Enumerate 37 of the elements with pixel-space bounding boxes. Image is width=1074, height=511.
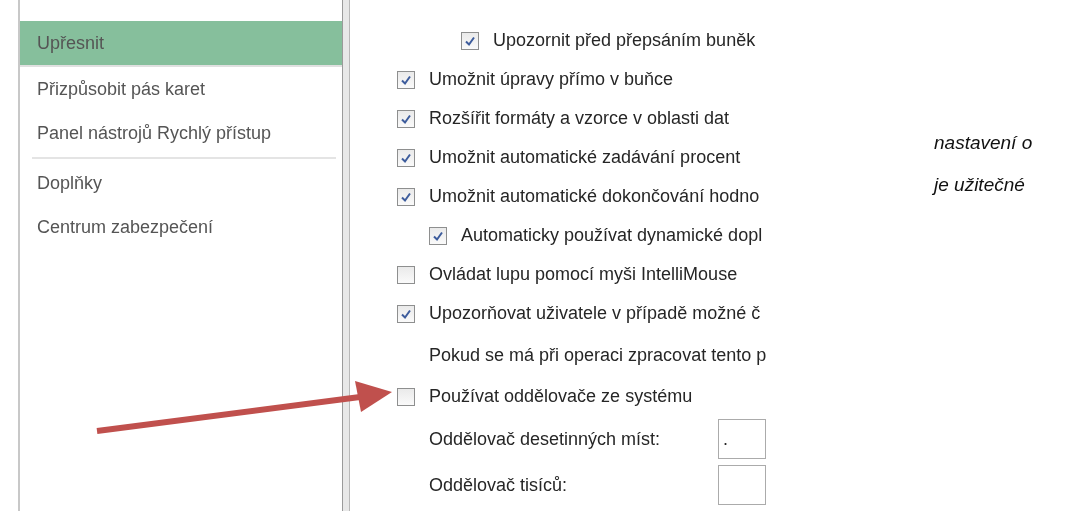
option-label: Používat oddělovače ze systému [429,386,693,407]
input-field[interactable]: . [718,419,766,459]
sidebar-item[interactable]: Doplňky [20,161,342,205]
sidebar-item[interactable]: Upřesnit [20,21,342,65]
option-label: Upozorňovat uživatele v případě možné č [429,303,761,324]
check-icon [400,112,412,125]
check-icon [400,190,412,203]
option-label: Umožnit automatické dokončování hodno [429,186,760,207]
option-label: Ovládat lupu pomocí myši IntelliMouse [429,264,738,285]
checkbox[interactable] [429,226,447,245]
input-field[interactable] [718,465,766,505]
check-icon [400,151,412,164]
option-label: Umožnit úpravy přímo v buňce [429,69,674,90]
checkbox[interactable] [397,148,415,167]
checkbox[interactable] [397,70,415,89]
sidebar-item[interactable]: Panel nástrojů Rychlý přístup [20,111,342,155]
field-label: Oddělovač desetinných míst: [429,428,662,450]
option-label: Upozornit před přepsáním buněk [493,30,756,51]
checkbox[interactable] [397,304,415,323]
sidebar-item[interactable]: Centrum zabezpečení [20,205,342,249]
check-icon [432,229,444,242]
checkbox[interactable] [397,109,415,128]
option-label: Rozšířit formáty a vzorce v oblasti dat [429,108,730,129]
check-icon [400,307,412,320]
check-icon [464,34,476,47]
checkbox[interactable] [397,187,415,206]
option-text: Pokud se má při operaci zpracovat tento p [429,344,767,366]
note-text: nastavení o [934,131,1033,155]
checkbox[interactable] [397,387,415,406]
note-text: je užitečné [934,173,1026,197]
checkbox[interactable] [397,265,415,284]
option-label: Automaticky používat dynamické dopl [461,225,763,246]
sidebar-item[interactable]: Přizpůsobit pás karet [20,67,342,111]
field-label: Oddělovač tisíců: [429,474,569,496]
checkbox[interactable] [461,31,479,50]
option-label: Umožnit automatické zadávání procent [429,147,741,168]
check-icon [400,73,412,86]
